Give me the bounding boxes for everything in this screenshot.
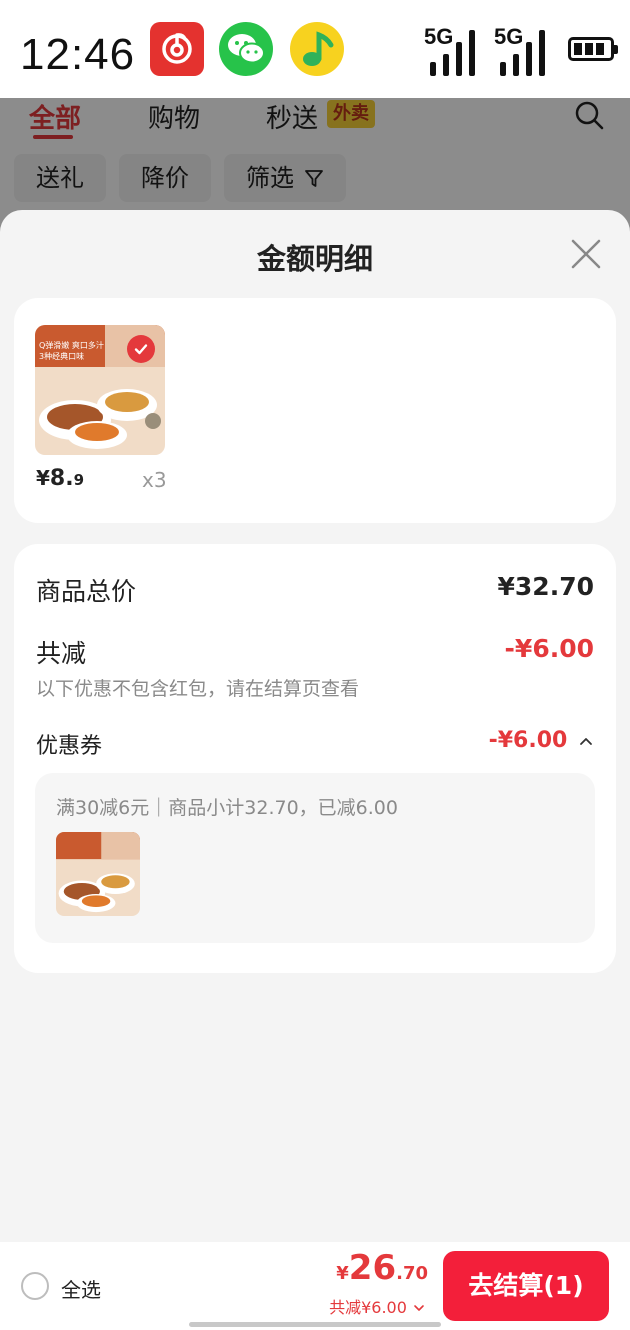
selected-check-icon[interactable] [127, 335, 155, 363]
coupon-toggle[interactable]: -¥6.00 [489, 728, 594, 753]
coupon-product-thumbnail [56, 832, 140, 916]
total-discount-toggle[interactable]: 共减¥6.00 [329, 1294, 426, 1318]
total-decimal: .70 [396, 1263, 428, 1284]
product-card: Q弹滑嫩 爽口多汁 3种经典口味 ¥8.9 x3 [14, 298, 616, 523]
wechat-icon [219, 22, 273, 76]
thumbnail-caption: Q弹滑嫩 爽口多汁 3种经典口味 [39, 340, 104, 362]
total-price-label: 商品总价 [36, 577, 137, 606]
battery-icon [568, 37, 618, 61]
price-integer: 8. [49, 466, 74, 491]
amount-detail-sheet: 金额明细 Q弹滑嫩 爽口多汁 3种经典口味 ¥8.9 x3 商品总价 ¥32.7… [0, 210, 630, 1330]
total-currency: ¥ [336, 1263, 349, 1284]
chevron-down-icon [414, 1305, 424, 1311]
qq-music-icon [290, 22, 344, 76]
thumbnail-caption-line-1: Q弹滑嫩 爽口多汁 [39, 341, 104, 350]
netease-music-icon [150, 22, 204, 76]
checkout-bar: 全选 ¥26.70 共减¥6.00 去结算(1) [0, 1242, 630, 1330]
total-price-value: ¥32.70 [497, 572, 594, 601]
select-all-label[interactable]: 全选 [61, 1274, 101, 1303]
price-decimal: 9 [73, 471, 85, 489]
status-bar: 12:46 5G 5G [0, 0, 630, 98]
price-currency: ¥ [36, 466, 50, 490]
discount-value: -¥6.00 [504, 634, 594, 663]
discount-note: 以下优惠不包含红包，请在结算页查看 [36, 678, 360, 700]
product-thumbnail[interactable]: Q弹滑嫩 爽口多汁 3种经典口味 [35, 325, 165, 455]
coupon-value: -¥6.00 [488, 728, 568, 753]
total-payable: ¥26.70 [336, 1248, 428, 1288]
close-icon[interactable] [568, 236, 604, 272]
checkout-button[interactable]: 去结算(1) [443, 1251, 609, 1321]
home-indicator[interactable] [189, 1322, 441, 1327]
product-quantity: x3 [142, 468, 167, 492]
total-discount: 共减¥6.00 [329, 1298, 407, 1317]
chevron-up-icon [580, 738, 592, 745]
coupon-detail-box: 满30减6元｜商品小计32.70，已减6.00 [35, 773, 595, 943]
thumbnail-caption-line-2: 3种经典口味 [39, 352, 85, 361]
discount-label: 共减 [36, 639, 87, 668]
select-all-checkbox[interactable] [21, 1272, 49, 1300]
total-integer: 26 [348, 1248, 397, 1288]
sheet-title: 金额明细 [256, 242, 373, 276]
coupon-label: 优惠券 [36, 734, 103, 759]
coupon-description: 满30减6元｜商品小计32.70，已减6.00 [56, 797, 398, 819]
price-summary-card: 商品总价 ¥32.70 共减 -¥6.00 以下优惠不包含红包，请在结算页查看 … [14, 544, 616, 973]
status-time: 12:46 [20, 30, 136, 79]
product-price: ¥8.9 [36, 466, 84, 491]
